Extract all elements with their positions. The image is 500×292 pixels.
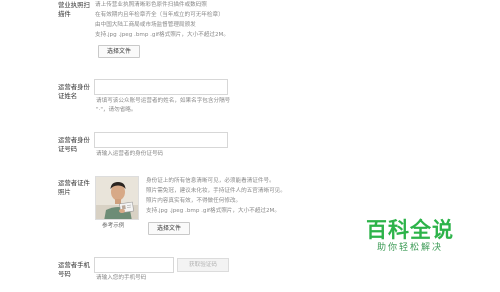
watermark-title: 百科全说 [366, 218, 454, 242]
operator-name-input[interactable] [94, 79, 228, 95]
license-hint-1: 请上传营业执照清晰彩色原件扫描件或数码照 [95, 2, 207, 8]
id-photo-hint-3: 照片内容真实有效，不得做任何修改。 [146, 198, 242, 204]
license-hint-3: 由中国大陆工商局或市场监督管理局颁发 [95, 22, 196, 28]
operator-name-label-line2: 证姓名 [58, 92, 78, 100]
sample-photo-caption: 参考示例 [102, 223, 125, 229]
sample-photo-image [95, 176, 139, 220]
get-verification-code-button[interactable]: 获取验证码 [177, 258, 229, 272]
person-holding-id-icon [96, 177, 138, 219]
license-label-line2: 描件 [58, 10, 71, 18]
id-number-hint: 请输入运营者的身份证号码 [96, 151, 164, 157]
watermark-logo: 百科全说 助你轻松解决 [366, 218, 454, 255]
phone-input[interactable] [94, 257, 174, 273]
id-number-input[interactable] [94, 132, 228, 148]
id-photo-hint-4: 支持.jpg .jpeg .bmp .gif格式照片，大小不超过2M。 [146, 208, 280, 214]
watermark-subtitle: 助你轻松解决 [376, 243, 443, 253]
operator-name-hint-2: "·"，请勿省略。 [96, 107, 137, 113]
license-hint-2: 在有效期内且年检章齐全（当年成立的可无年检章） [95, 12, 224, 18]
id-number-label-line2: 证号码 [58, 145, 78, 153]
id-photo-hint-1: 身份证上的所有信息清晰可见，必须能看清证件号。 [146, 178, 275, 184]
id-photo-choose-file-button[interactable]: 选择文件 [148, 222, 190, 235]
license-hint-4: 支持.jpg .jpeg .bmp .gif格式照片，大小不超过2M。 [95, 32, 229, 38]
phone-label-line2: 号码 [58, 270, 71, 278]
id-photo-hint-2: 照片需免冠，建议未化妆，手持证件人的五官清晰可见。 [146, 188, 286, 194]
phone-hint: 请输入您的手机号码 [96, 275, 147, 281]
id-photo-label-line2: 照片 [58, 188, 71, 196]
license-choose-file-button[interactable]: 选择文件 [98, 45, 140, 58]
